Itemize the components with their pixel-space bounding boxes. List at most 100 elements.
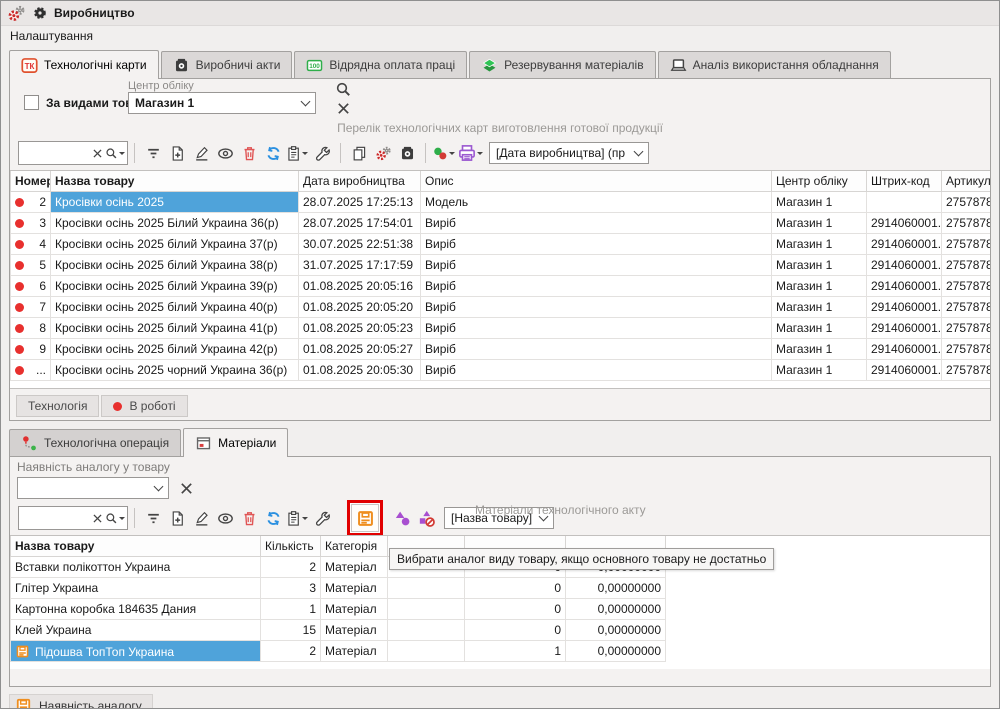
cell[interactable]: 2757878 bbox=[942, 318, 991, 339]
cell[interactable]: 30.07.2025 22:51:38 bbox=[299, 234, 421, 255]
cell[interactable]: 2757878 bbox=[942, 192, 991, 213]
table-row[interactable]: 4Кросівки осінь 2025 білий Украина 37(р)… bbox=[11, 234, 991, 255]
view-button[interactable] bbox=[213, 141, 237, 165]
cell[interactable]: Кросівки осінь 2025 білий Украина 39(р) bbox=[51, 276, 299, 297]
table-row[interactable]: 7Кросівки осінь 2025 білий Украина 40(р)… bbox=[11, 297, 991, 318]
cell[interactable]: 01.08.2025 20:05:23 bbox=[299, 318, 421, 339]
analog-shapes-button[interactable] bbox=[390, 506, 414, 530]
edit-button[interactable] bbox=[189, 141, 213, 165]
cell[interactable] bbox=[388, 599, 465, 620]
clear-x-icon[interactable] bbox=[335, 100, 352, 117]
cell[interactable]: Кросівки осінь 2025 білий Украина 38(р) bbox=[51, 255, 299, 276]
cell[interactable]: 28.07.2025 17:54:01 bbox=[299, 213, 421, 234]
cell[interactable]: 2757878 bbox=[942, 213, 991, 234]
cell[interactable]: 2757878 bbox=[942, 297, 991, 318]
column-header[interactable]: Опис bbox=[421, 171, 772, 192]
cell[interactable] bbox=[388, 620, 465, 641]
column-header[interactable]: Штрих-код bbox=[867, 171, 942, 192]
copy-button[interactable] bbox=[347, 141, 371, 165]
cell[interactable]: 3 bbox=[11, 213, 51, 234]
table-row[interactable]: 9Кросівки осінь 2025 білий Украина 42(р)… bbox=[11, 339, 991, 360]
search-icon[interactable] bbox=[105, 512, 118, 525]
tab-materials[interactable]: Матеріали bbox=[183, 428, 288, 457]
table-row[interactable]: 6Кросівки осінь 2025 білий Украина 39(р)… bbox=[11, 276, 991, 297]
cell[interactable]: 0 bbox=[465, 599, 566, 620]
clear-x-icon[interactable] bbox=[91, 512, 104, 525]
cell[interactable]: 2 bbox=[11, 192, 51, 213]
cell[interactable]: 0,00000000 bbox=[566, 641, 666, 662]
table-row[interactable]: ...Кросівки осінь 2025 чорний Украина 36… bbox=[11, 360, 991, 381]
tab-piecework-pay[interactable]: Відрядна оплата праці bbox=[294, 51, 467, 78]
cell[interactable]: Модель bbox=[421, 192, 772, 213]
search-icon[interactable] bbox=[335, 81, 352, 98]
cell[interactable]: Магазин 1 bbox=[772, 276, 867, 297]
tab-tech-operation[interactable]: Технологічна операція bbox=[9, 429, 181, 456]
cell[interactable]: Кросівки осінь 2025 Білий Украина 36(р) bbox=[51, 213, 299, 234]
cell[interactable]: Виріб bbox=[421, 339, 772, 360]
tab-tech-cards[interactable]: Технологічні карти bbox=[9, 50, 159, 79]
cell[interactable]: 2757878 bbox=[942, 339, 991, 360]
cell[interactable]: 0,00000000 bbox=[566, 578, 666, 599]
delete-button[interactable] bbox=[237, 506, 261, 530]
cell[interactable]: 1 bbox=[261, 599, 321, 620]
cell[interactable]: Матеріал bbox=[321, 578, 388, 599]
cell[interactable]: 2757878 bbox=[942, 234, 991, 255]
cell[interactable]: Виріб bbox=[421, 360, 772, 381]
cell[interactable]: Матеріал bbox=[321, 557, 388, 578]
cell[interactable]: 2757878 bbox=[942, 255, 991, 276]
table-row[interactable]: 3Кросівки осінь 2025 Білий Украина 36(р)… bbox=[11, 213, 991, 234]
cell[interactable]: Виріб bbox=[421, 318, 772, 339]
sort-combobox[interactable]: [Дата виробництва] (пр bbox=[489, 142, 649, 164]
cell[interactable] bbox=[867, 192, 942, 213]
cell[interactable]: 28.07.2025 17:25:13 bbox=[299, 192, 421, 213]
table-row[interactable]: Глітер Украина3Матеріал00,00000000 bbox=[11, 578, 666, 599]
tab-equipment-analysis[interactable]: Аналіз використання обладнання bbox=[658, 51, 891, 78]
cell[interactable]: Магазин 1 bbox=[772, 318, 867, 339]
cell[interactable]: 0,00000000 bbox=[566, 620, 666, 641]
tools-button[interactable] bbox=[310, 141, 334, 165]
cell[interactable]: 8 bbox=[11, 318, 51, 339]
quick-search-input[interactable] bbox=[19, 509, 91, 527]
cell[interactable]: 2 bbox=[261, 557, 321, 578]
cell[interactable]: Магазин 1 bbox=[772, 297, 867, 318]
cell[interactable]: 2 bbox=[261, 641, 321, 662]
cell[interactable]: 0 bbox=[465, 620, 566, 641]
cell[interactable]: Виріб bbox=[421, 234, 772, 255]
technology-footer-tab[interactable]: Технологія bbox=[16, 395, 99, 417]
cell[interactable]: Вставки полікоттон Украина bbox=[11, 557, 261, 578]
filter-button[interactable] bbox=[141, 506, 165, 530]
cell[interactable]: 2757878 bbox=[942, 360, 991, 381]
cell[interactable]: 01.08.2025 20:05:20 bbox=[299, 297, 421, 318]
cell[interactable]: Матеріал bbox=[321, 599, 388, 620]
edit-button[interactable] bbox=[189, 506, 213, 530]
cell[interactable]: 3 bbox=[261, 578, 321, 599]
add-button[interactable] bbox=[165, 506, 189, 530]
cell[interactable]: Магазин 1 bbox=[772, 192, 867, 213]
cell[interactable]: Кросівки осінь 2025 чорний Украина 36(р) bbox=[51, 360, 299, 381]
filter-button[interactable] bbox=[141, 141, 165, 165]
cell[interactable]: 2914060001... bbox=[867, 297, 942, 318]
create-act-button[interactable] bbox=[395, 141, 419, 165]
cell[interactable]: Матеріал bbox=[321, 620, 388, 641]
cell[interactable]: 31.07.2025 17:17:59 bbox=[299, 255, 421, 276]
table-row[interactable]: 5Кросівки осінь 2025 білий Украина 38(р)… bbox=[11, 255, 991, 276]
cell[interactable]: Виріб bbox=[421, 255, 772, 276]
cell[interactable]: 0,00000000 bbox=[566, 599, 666, 620]
cell[interactable]: Кросівки осінь 2025 білий Украина 42(р) bbox=[51, 339, 299, 360]
cell[interactable]: 2914060001... bbox=[867, 213, 942, 234]
table-row[interactable]: 8Кросівки осінь 2025 білий Украина 41(р)… bbox=[11, 318, 991, 339]
cell[interactable]: Виріб bbox=[421, 276, 772, 297]
column-header[interactable]: Назва товару bbox=[11, 536, 261, 557]
center-of-account-combobox[interactable]: Магазин 1 bbox=[128, 92, 316, 114]
cell[interactable] bbox=[388, 578, 465, 599]
cell[interactable]: Магазин 1 bbox=[772, 213, 867, 234]
column-header[interactable]: Дата виробництва bbox=[299, 171, 421, 192]
cell[interactable]: Виріб bbox=[421, 297, 772, 318]
table-row[interactable]: Клей Украина15Матеріал00,00000000 bbox=[11, 620, 666, 641]
cell[interactable]: Виріб bbox=[421, 213, 772, 234]
cell[interactable]: 2914060001... bbox=[867, 234, 942, 255]
select-analog-button[interactable] bbox=[351, 504, 379, 532]
cell[interactable]: 4 bbox=[11, 234, 51, 255]
cell[interactable]: Магазин 1 bbox=[772, 360, 867, 381]
settings-gears-button[interactable] bbox=[371, 141, 395, 165]
